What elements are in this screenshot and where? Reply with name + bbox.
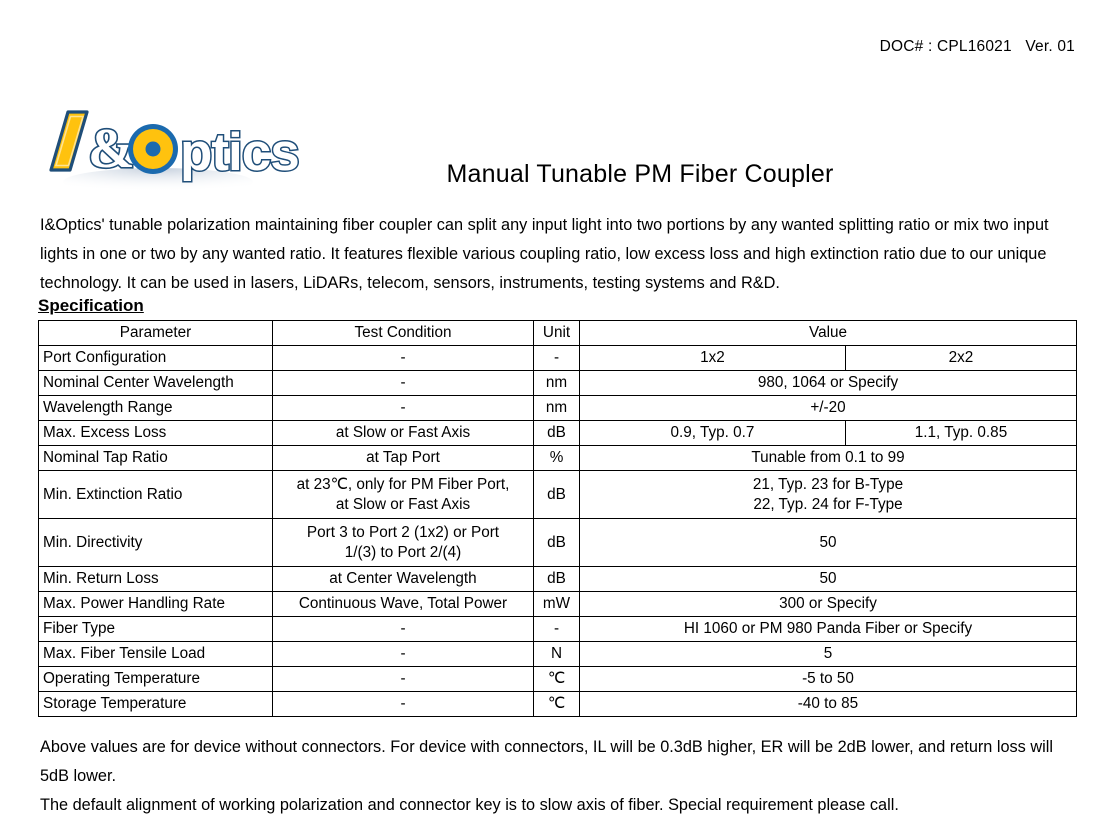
- cell-parameter: Storage Temperature: [38, 691, 273, 717]
- column-header-test-condition: Test Condition: [272, 320, 534, 346]
- table-row: Nominal Tap Ratio at Tap Port % Tunable …: [38, 445, 1077, 471]
- cell-value: 300 or Specify: [579, 591, 1077, 617]
- cell-condition: at Slow or Fast Axis: [272, 420, 534, 446]
- cell-value: 5: [579, 641, 1077, 667]
- cell-unit: dB: [533, 420, 580, 446]
- cell-condition: Port 3 to Port 2 (1x2) or Port 1/(3) to …: [272, 518, 534, 567]
- column-header-parameter: Parameter: [38, 320, 273, 346]
- cell-unit: dB: [533, 470, 580, 519]
- cell-unit: ℃: [533, 666, 580, 692]
- cell-value-2x2: 2x2: [845, 345, 1077, 371]
- cell-condition: Continuous Wave, Total Power: [272, 591, 534, 617]
- footer-notes: Above values are for device without conn…: [40, 733, 1078, 820]
- cell-parameter: Max. Power Handling Rate: [38, 591, 273, 617]
- cell-value: +/-20: [579, 395, 1077, 421]
- column-header-unit: Unit: [533, 320, 580, 346]
- table-row: Max. Fiber Tensile Load - N 5: [38, 641, 1077, 667]
- intro-paragraph: I&Optics' tunable polarization maintaini…: [40, 216, 1049, 292]
- cell-unit: mW: [533, 591, 580, 617]
- cell-unit: nm: [533, 370, 580, 396]
- table-row: Nominal Center Wavelength - nm 980, 1064…: [38, 370, 1077, 396]
- cell-condition: -: [272, 666, 534, 692]
- cell-value: -40 to 85: [579, 691, 1077, 717]
- cell-value-1x2: 1x2: [579, 345, 846, 371]
- cell-parameter: Max. Fiber Tensile Load: [38, 641, 273, 667]
- table-row: Fiber Type - - HI 1060 or PM 980 Panda F…: [38, 616, 1077, 642]
- cell-condition: at 23℃, only for PM Fiber Port, at Slow …: [272, 470, 534, 519]
- specification-table-body: Parameter Test Condition Unit Value Port…: [38, 320, 1077, 717]
- logo-artwork: & ptics: [49, 110, 301, 196]
- cell-condition: -: [272, 616, 534, 642]
- cell-parameter: Min. Extinction Ratio: [38, 470, 273, 519]
- logo-letter-i: [49, 110, 89, 172]
- table-row: Port Configuration - - 1x2 2x2: [38, 345, 1077, 371]
- cell-unit: nm: [533, 395, 580, 421]
- cell-unit: dB: [533, 566, 580, 592]
- footer-note-1: Above values are for device without conn…: [40, 738, 1053, 785]
- cell-condition: -: [272, 370, 534, 396]
- page-title: Manual Tunable PM Fiber Coupler: [446, 160, 834, 188]
- cell-parameter: Port Configuration: [38, 345, 273, 371]
- table-row: Min. Extinction Ratio at 23℃, only for P…: [38, 470, 1077, 519]
- cell-parameter: Operating Temperature: [38, 666, 273, 692]
- cell-unit: %: [533, 445, 580, 471]
- cell-condition: -: [272, 691, 534, 717]
- cell-value: Tunable from 0.1 to 99: [579, 445, 1077, 471]
- logo-letter-o-lens: [128, 124, 178, 174]
- table-row: Min. Return Loss at Center Wavelength dB…: [38, 566, 1077, 592]
- table-row: Max. Power Handling Rate Continuous Wave…: [38, 591, 1077, 617]
- footer-note-2: The default alignment of working polariz…: [40, 796, 899, 814]
- cell-parameter: Min. Return Loss: [38, 566, 273, 592]
- cell-condition: at Tap Port: [272, 445, 534, 471]
- cell-unit: ℃: [533, 691, 580, 717]
- cell-value-1x2: 0.9, Typ. 0.7: [579, 420, 846, 446]
- cell-condition: -: [272, 345, 534, 371]
- cell-unit: -: [533, 616, 580, 642]
- cell-condition-line1: at 23℃, only for PM Fiber Port,: [296, 475, 510, 493]
- cell-condition: -: [272, 641, 534, 667]
- cell-unit: dB: [533, 518, 580, 567]
- cell-condition-line2: at Slow or Fast Axis: [335, 495, 471, 513]
- cell-value: HI 1060 or PM 980 Panda Fiber or Specify: [579, 616, 1077, 642]
- cell-condition: -: [272, 395, 534, 421]
- table-row: Operating Temperature - ℃ -5 to 50: [38, 666, 1077, 692]
- cell-value: 21, Typ. 23 for B-Type 22, Typ. 24 for F…: [579, 470, 1077, 519]
- iandoptics-logo: & ptics: [40, 104, 315, 196]
- specification-heading: Specification: [38, 296, 144, 315]
- cell-value: 50: [579, 518, 1077, 567]
- cell-value: -5 to 50: [579, 666, 1077, 692]
- table-row: Min. Directivity Port 3 to Port 2 (1x2) …: [38, 518, 1077, 567]
- cell-unit: N: [533, 641, 580, 667]
- cell-parameter: Max. Excess Loss: [38, 420, 273, 446]
- table-header-row: Parameter Test Condition Unit Value: [38, 320, 1077, 346]
- cell-condition-line2: 1/(3) to Port 2/(4): [344, 543, 462, 561]
- cell-condition-line1: Port 3 to Port 2 (1x2) or Port: [306, 523, 500, 541]
- cell-parameter: Nominal Tap Ratio: [38, 445, 273, 471]
- table-row: Storage Temperature - ℃ -40 to 85: [38, 691, 1077, 717]
- table-row: Wavelength Range - nm +/-20: [38, 395, 1077, 421]
- column-header-value: Value: [579, 320, 1077, 346]
- cell-parameter: Min. Directivity: [38, 518, 273, 567]
- cell-value-line1: 21, Typ. 23 for B-Type: [752, 475, 904, 493]
- table-row: Max. Excess Loss at Slow or Fast Axis dB…: [38, 420, 1077, 446]
- logo-wordmark-ptics: ptics: [180, 123, 299, 182]
- cell-parameter: Fiber Type: [38, 616, 273, 642]
- cell-unit: -: [533, 345, 580, 371]
- cell-parameter: Nominal Center Wavelength: [38, 370, 273, 396]
- cell-value: 980, 1064 or Specify: [579, 370, 1077, 396]
- cell-condition: at Center Wavelength: [272, 566, 534, 592]
- cell-value-line2: 22, Typ. 24 for F-Type: [753, 495, 903, 513]
- cell-value-2x2: 1.1, Typ. 0.85: [845, 420, 1077, 446]
- logo-ampersand: &: [88, 118, 135, 180]
- cell-value: 50: [579, 566, 1077, 592]
- cell-parameter: Wavelength Range: [38, 395, 273, 421]
- document-code: DOC# : CPL16021 Ver. 01: [879, 38, 1075, 55]
- specification-table: Parameter Test Condition Unit Value Port…: [38, 320, 1077, 717]
